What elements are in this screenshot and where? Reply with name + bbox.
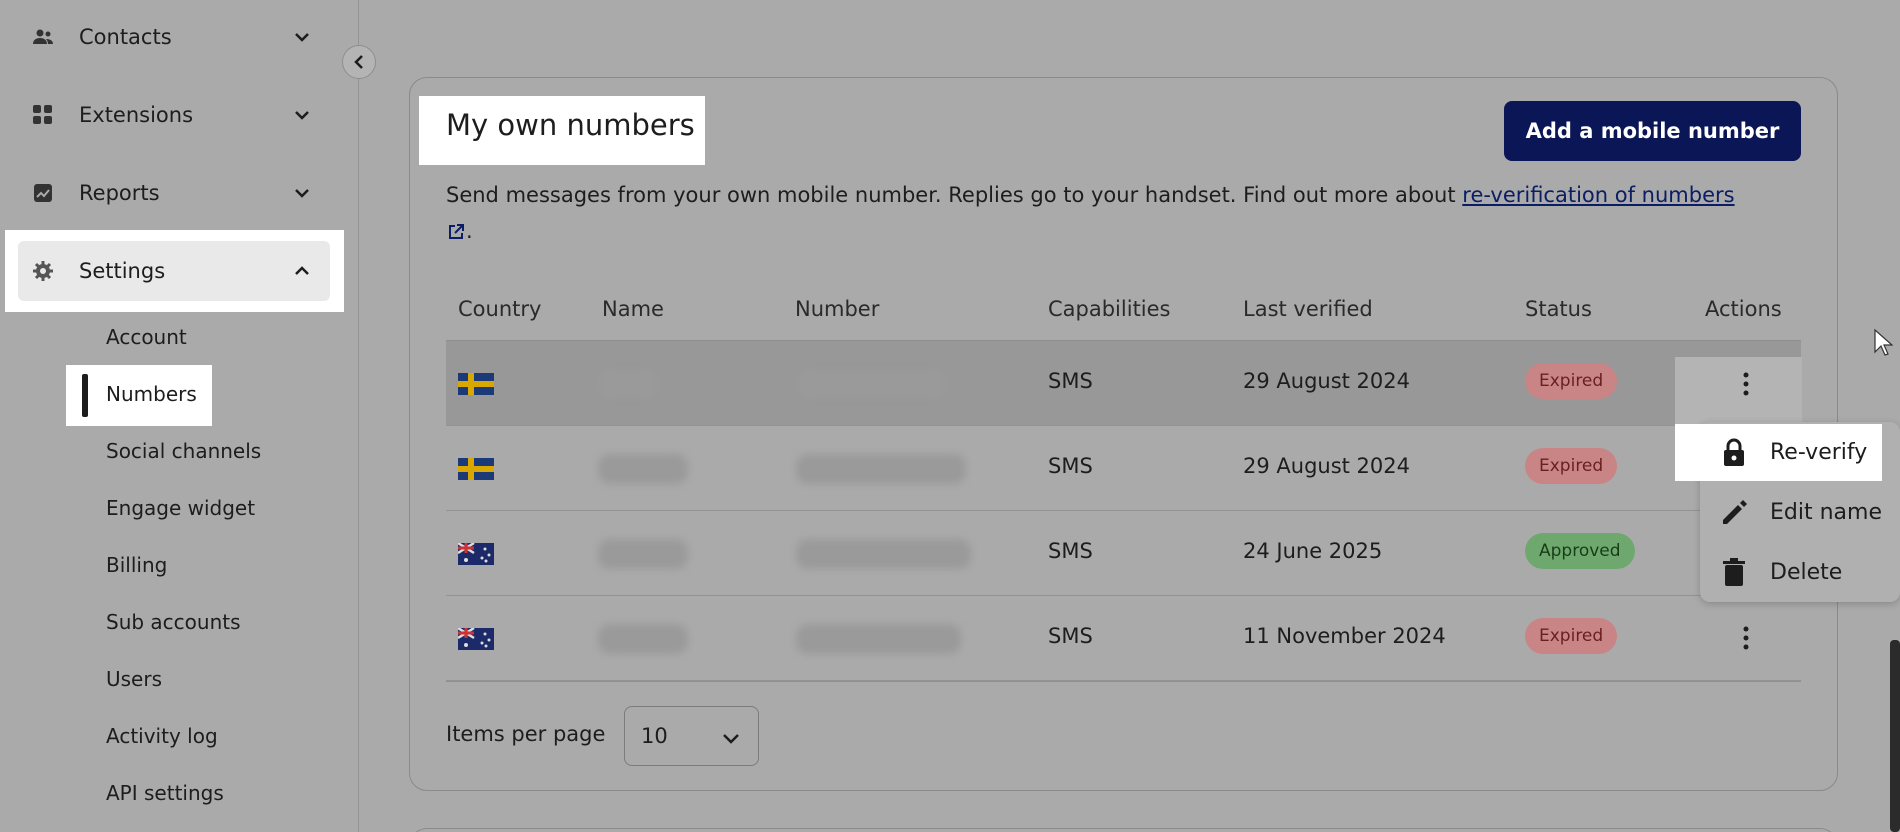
sidebar-sub-users[interactable]: Users xyxy=(106,664,162,694)
sweden-flag-icon xyxy=(458,458,494,480)
period: . xyxy=(466,219,473,243)
sidebar-item-label: Reports xyxy=(79,181,160,205)
chart-icon xyxy=(32,182,54,204)
col-header-actions: Actions xyxy=(1705,297,1782,321)
australia-flag-icon xyxy=(458,543,494,565)
sidebar-sub-billing[interactable]: Billing xyxy=(106,550,167,580)
trash-icon xyxy=(1723,558,1745,586)
grid-icon xyxy=(32,104,54,126)
status-badge: Expired xyxy=(1525,618,1618,654)
description-text: Send messages from your own mobile numbe… xyxy=(446,183,1456,207)
number-redacted xyxy=(796,369,946,399)
add-mobile-number-button[interactable]: Add a mobile number xyxy=(1504,101,1801,161)
menu-item-edit-name[interactable]: Edit name xyxy=(1718,492,1882,532)
menu-item-label: Edit name xyxy=(1770,499,1882,525)
status-badge: Expired xyxy=(1525,448,1618,484)
chevron-down-icon xyxy=(295,111,309,120)
description: Send messages from your own mobile numbe… xyxy=(446,177,1816,249)
name-redacted xyxy=(598,369,658,399)
table-row[interactable]: SMS 11 November 2024 Expired xyxy=(446,596,1801,681)
sidebar-sub-api-settings[interactable]: API settings xyxy=(106,778,224,808)
items-per-page-value: 10 xyxy=(641,724,668,748)
col-header-last-verified: Last verified xyxy=(1243,297,1373,321)
table-bottom-divider xyxy=(446,681,1801,682)
more-vert-icon[interactable] xyxy=(1736,369,1756,399)
name-redacted xyxy=(598,539,688,569)
mouse-cursor-icon xyxy=(1874,328,1893,356)
sidebar-item-label: Settings xyxy=(79,259,166,283)
sweden-flag-icon xyxy=(458,373,494,395)
contacts-icon xyxy=(32,26,54,48)
menu-item-label: Re-verify xyxy=(1770,439,1868,465)
chevron-up-icon xyxy=(295,266,309,275)
chevron-left-icon xyxy=(354,55,363,69)
last-verified-cell: 11 November 2024 xyxy=(1243,624,1446,648)
capabilities-cell: SMS xyxy=(1048,369,1093,393)
sidebar-item-label: Extensions xyxy=(79,103,194,127)
sidebar-item-label: Contacts xyxy=(79,25,172,49)
sidebar-item-reports[interactable]: Reports xyxy=(18,163,330,223)
collapse-sidebar-button[interactable] xyxy=(342,45,376,79)
table-row[interactable]: SMS 24 June 2025 Approved xyxy=(446,511,1801,596)
col-header-status: Status xyxy=(1525,297,1592,321)
lock-icon xyxy=(1724,438,1744,466)
more-vert-icon[interactable] xyxy=(1736,623,1756,653)
number-redacted xyxy=(796,454,966,484)
gear-icon xyxy=(33,261,53,281)
next-card xyxy=(409,828,1838,832)
menu-item-label: Delete xyxy=(1770,559,1843,585)
last-verified-cell: 24 June 2025 xyxy=(1243,539,1383,563)
sidebar-sub-engage-widget[interactable]: Engage widget xyxy=(106,493,255,523)
sidebar-item-contacts[interactable]: Contacts xyxy=(18,7,330,67)
col-header-name: Name xyxy=(602,297,664,321)
sidebar-sub-activity-log[interactable]: Activity log xyxy=(106,721,218,751)
capabilities-cell: SMS xyxy=(1048,454,1093,478)
items-per-page-select[interactable]: 10 xyxy=(624,706,759,766)
australia-flag-icon xyxy=(458,628,494,650)
capabilities-cell: SMS xyxy=(1048,539,1093,563)
menu-item-delete[interactable]: Delete xyxy=(1718,552,1842,592)
sidebar-item-extensions[interactable]: Extensions xyxy=(18,85,330,145)
scrollbar[interactable] xyxy=(1890,640,1900,832)
items-per-page-label: Items per page xyxy=(446,722,606,746)
sidebar-sub-social-channels[interactable]: Social channels xyxy=(106,436,261,466)
status-badge: Expired xyxy=(1525,363,1618,399)
menu-item-reverify[interactable]: Re-verify xyxy=(1718,432,1867,472)
sidebar-sub-numbers[interactable]: Numbers xyxy=(106,379,197,409)
sidebar-sub-account[interactable]: Account xyxy=(106,322,187,352)
pencil-icon xyxy=(1723,500,1747,524)
status-badge: Approved xyxy=(1525,533,1635,569)
last-verified-cell: 29 August 2024 xyxy=(1243,454,1411,478)
external-link-icon[interactable] xyxy=(446,222,466,242)
chevron-down-icon xyxy=(295,33,309,42)
last-verified-cell: 29 August 2024 xyxy=(1243,369,1411,393)
reverification-link[interactable]: re-verification of numbers xyxy=(1462,183,1734,207)
active-indicator xyxy=(82,374,88,417)
col-header-capabilities: Capabilities xyxy=(1048,297,1171,321)
sidebar-sub-sub-accounts[interactable]: Sub accounts xyxy=(106,607,241,637)
capabilities-cell: SMS xyxy=(1048,624,1093,648)
number-redacted xyxy=(796,624,961,654)
sidebar-item-settings[interactable]: Settings xyxy=(18,241,330,301)
page-title: My own numbers xyxy=(446,108,695,142)
col-header-number: Number xyxy=(795,297,880,321)
chevron-down-icon xyxy=(295,189,309,198)
number-redacted xyxy=(796,539,971,569)
name-redacted xyxy=(598,454,688,484)
chevron-down-icon xyxy=(723,734,739,744)
name-redacted xyxy=(598,624,688,654)
table-row[interactable]: SMS 29 August 2024 Expired xyxy=(446,426,1801,511)
col-header-country: Country xyxy=(458,297,542,321)
table-row[interactable]: SMS 29 August 2024 Expired xyxy=(446,341,1801,426)
